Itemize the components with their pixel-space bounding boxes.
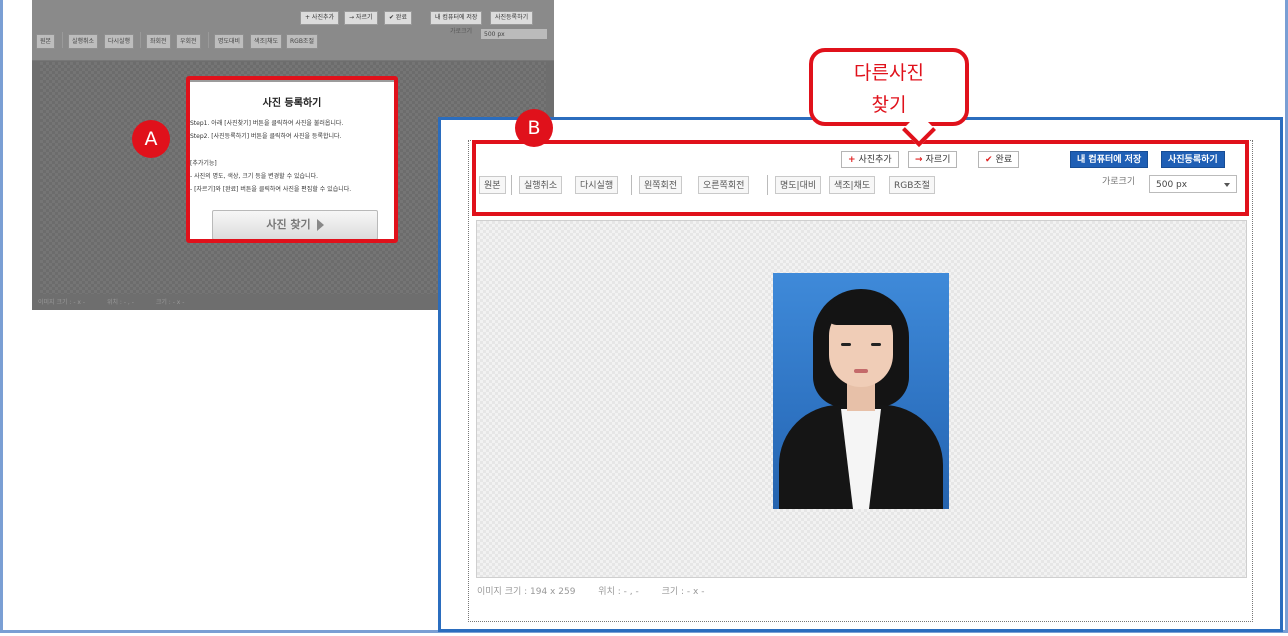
chevron-right-icon xyxy=(316,219,324,231)
extra-feature-1: - 사진의 명도, 색상, 크기 등을 변경할 수 있습니다. xyxy=(190,173,319,180)
add-photo-button[interactable]: + 사진추가 xyxy=(300,11,340,25)
undo-button[interactable]: 실행취소 xyxy=(68,34,99,49)
image-size-status: 이미지 크기 : 194 x 259 xyxy=(477,587,576,597)
hue-saturation-button[interactable]: 색조|채도 xyxy=(250,34,283,49)
rotate-left-button[interactable]: 좌회전 xyxy=(146,34,171,49)
photo-eye-right xyxy=(871,343,881,346)
original-button[interactable]: 원본 xyxy=(36,34,56,49)
size-status: 크기 : - x - xyxy=(661,587,705,597)
speech-bubble: 다른사진 찾기 xyxy=(809,48,969,147)
marker-a: A xyxy=(132,120,170,158)
portrait-photo xyxy=(773,273,949,509)
crop-button[interactable]: → 자르기 xyxy=(344,11,378,25)
marker-b: B xyxy=(515,109,553,147)
rotate-right-button[interactable]: 우회전 xyxy=(176,34,201,49)
size-status: 크기 : - x - xyxy=(155,299,185,306)
editor-panel-b: + 사진추가 → 자르기 ✔ 완료 내 컴퓨터에 저장 사진등록하기 원본 실행취소 … xyxy=(438,117,1283,632)
photo-lips xyxy=(854,369,868,373)
extra-feature-2: - [자르기]와 [완료] 버튼을 클릭하여 사진을 편집할 수 있습니다. xyxy=(190,186,352,193)
toolbar-divider xyxy=(140,32,141,48)
toolbar-divider xyxy=(208,32,209,48)
register-photo-button[interactable]: 사진등록하기 xyxy=(490,11,534,25)
bubble-line-1: 다른사진 xyxy=(854,62,924,84)
step1-text: Step1. 아래 [사진찾기] 버튼을 클릭하여 사진을 불러옵니다. xyxy=(190,120,344,127)
brightness-button[interactable]: 명도대비 xyxy=(214,34,245,49)
width-label: 가로크기 xyxy=(450,28,473,35)
status-bar: 이미지 크기 : 194 x 259 위치 : - , - 크기 : - x - xyxy=(477,584,724,597)
redo-button[interactable]: 다시실행 xyxy=(104,34,135,49)
bubble-line-2: 찾기 xyxy=(871,94,907,116)
editor-toolbar-a xyxy=(32,0,554,61)
modal-top-border xyxy=(190,80,394,82)
extra-features-title: [추가기능] xyxy=(190,160,217,167)
find-photo-button[interactable]: 사진 찾기 xyxy=(212,210,378,239)
position-status: 위치 : - , - xyxy=(106,299,134,306)
photo-bangs xyxy=(827,299,895,325)
status-bar: 이미지 크기 : - x - 위치 : - , - 크기 : - x - xyxy=(38,297,204,306)
toolbar-divider xyxy=(62,32,63,48)
position-status: 위치 : - , - xyxy=(598,587,639,597)
find-photo-label: 사진 찾기 xyxy=(266,218,311,231)
photo-eye-left xyxy=(841,343,851,346)
toolbar-highlight-box xyxy=(472,140,1249,216)
modal-title: 사진 등록하기 xyxy=(262,98,322,109)
step2-text: Step2. [사진등록하기] 버튼을 클릭하여 사진을 등록합니다. xyxy=(190,133,342,140)
width-select[interactable]: 500 px xyxy=(480,28,548,40)
image-size-status: 이미지 크기 : - x - xyxy=(38,299,86,306)
rgb-button[interactable]: RGB조절 xyxy=(286,34,318,49)
save-to-computer-button[interactable]: 내 컴퓨터에 저장 xyxy=(430,11,483,25)
done-button[interactable]: ✔ 완료 xyxy=(384,11,412,25)
photo-register-modal: 사진 등록하기 Step1. 아래 [사진찾기] 버튼을 클릭하여 사진을 불러… xyxy=(186,76,398,243)
